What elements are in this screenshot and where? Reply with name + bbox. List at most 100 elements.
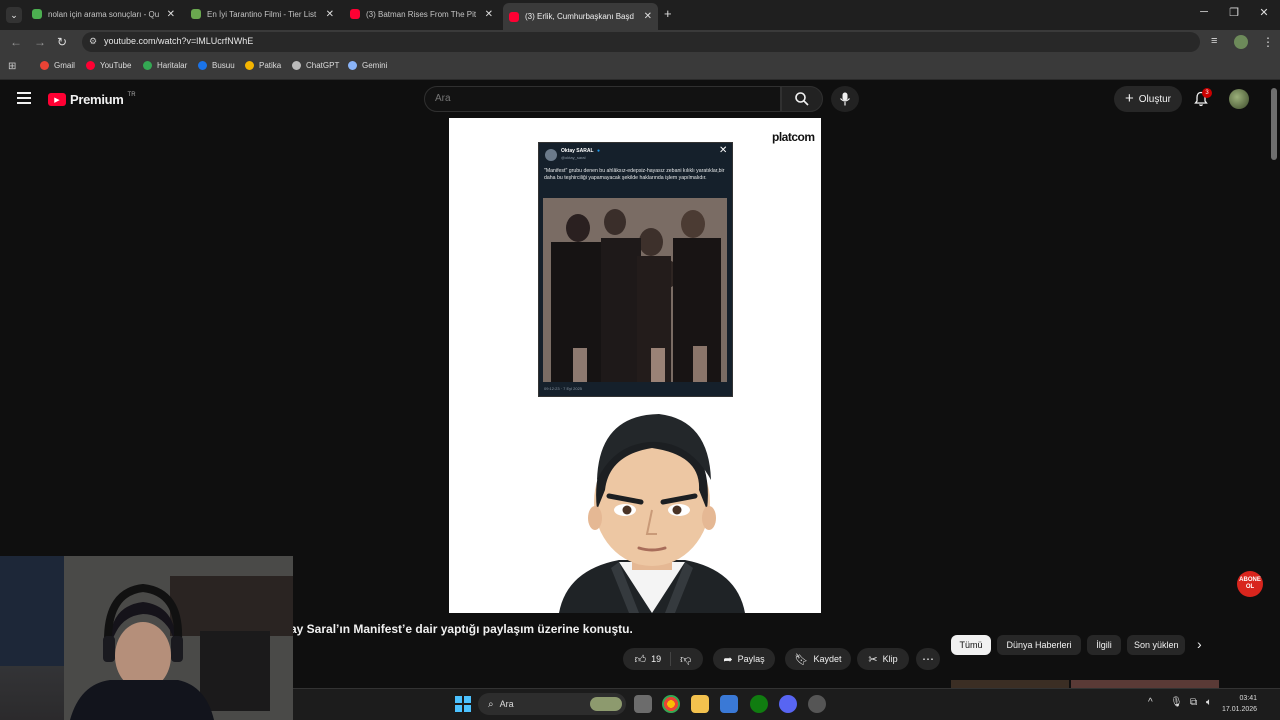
bookmark-label: YouTube	[100, 61, 132, 70]
bookmark-label: Gmail	[54, 61, 75, 70]
clip-button[interactable]: ✂ Klip	[857, 648, 909, 670]
bookmark-label: Haritalar	[157, 61, 188, 70]
tab-3[interactable]: (3) Erlik, Cumhurbaşkanı Başd ✕	[503, 3, 658, 30]
tab-2[interactable]: (3) Batman Rises From The Pit ✕	[344, 3, 499, 25]
tweet-timestamp: 09:12:23 · 7 Eyl 2025	[544, 386, 583, 391]
create-button[interactable]: + Oluştur	[1114, 86, 1182, 112]
bookmark-maps[interactable]: Haritalar	[143, 61, 187, 70]
bookmark-gmail[interactable]: Gmail	[40, 61, 75, 70]
search-box[interactable]	[424, 86, 781, 112]
bookmark-label: Busuu	[212, 61, 235, 70]
tweet-author-handle: @oktay_saral	[561, 155, 586, 160]
gemini-icon	[348, 61, 357, 70]
bookmark-youtube[interactable]: YouTube	[86, 61, 131, 70]
like-count: 19	[651, 654, 662, 664]
voice-search-button[interactable]	[831, 86, 859, 112]
minimize-icon[interactable]: ─	[1190, 6, 1218, 18]
reload-icon[interactable]: ↻	[57, 35, 67, 49]
webcam-overlay	[0, 556, 293, 720]
like-dislike-group: 👍︎ 19 👎︎	[623, 648, 703, 670]
close-icon[interactable]: ✕	[326, 9, 334, 20]
account-avatar[interactable]	[1229, 89, 1249, 109]
recommended-thumbnail[interactable]	[951, 680, 1069, 688]
window-close-icon[interactable]: ✕	[1250, 6, 1278, 19]
youtube-favicon-icon	[350, 9, 360, 19]
scissors-icon: ✂	[868, 653, 878, 666]
tray-overflow-icon[interactable]: ^	[1148, 697, 1153, 708]
youtube-favicon-icon	[509, 11, 519, 22]
browser-tab-strip: ⌄ nolan için arama sonuçları - Qu ✕ En İ…	[0, 0, 1280, 30]
close-icon[interactable]: ✕	[167, 9, 175, 20]
notifications-button[interactable]: 3	[1193, 88, 1212, 107]
close-icon[interactable]: ✕	[485, 9, 493, 20]
volume-icon[interactable]: 🔈︎	[1206, 697, 1212, 708]
x-logo-icon: ✕	[719, 145, 728, 156]
search-highlight-image	[590, 697, 622, 711]
subscribe-badge[interactable]: ABONE OL	[1237, 571, 1263, 597]
close-icon[interactable]: ✕	[644, 11, 652, 22]
tab-title: (3) Batman Rises From The Pit	[366, 9, 477, 19]
tab-1[interactable]: En İyi Tarantino Filmi - Tier List ✕	[185, 3, 340, 25]
chip-all[interactable]: Tümü	[951, 635, 991, 655]
thumbs-down-icon[interactable]: 👎︎	[680, 653, 691, 666]
microphone-icon	[840, 92, 850, 106]
chip-world-news[interactable]: Dünya Haberleri	[997, 635, 1081, 655]
hamburger-menu-icon[interactable]	[17, 92, 31, 104]
bookmark-gemini[interactable]: Gemini	[348, 61, 387, 70]
chip-related[interactable]: İlgili	[1087, 635, 1121, 655]
menu-kebab-icon[interactable]: ⋮	[1262, 35, 1274, 49]
address-bar[interactable]: ⚙ youtube.com/watch?v=lMLUcrfNWhE	[82, 32, 1200, 52]
bookmarks-bar: ⊞ Gmail YouTube Haritalar Busuu Patika C…	[0, 55, 1280, 80]
page-scrollbar[interactable]	[1271, 88, 1277, 160]
taskbar-search-label: Ara	[499, 699, 514, 709]
display-tray-icon[interactable]: ⧉	[1190, 697, 1197, 708]
file-explorer-icon[interactable]	[691, 695, 709, 713]
clock-date: 17.01.2026	[1222, 706, 1258, 713]
back-icon[interactable]: ←	[10, 35, 22, 49]
profile-avatar[interactable]	[1234, 35, 1248, 49]
new-tab-icon[interactable]: +	[664, 6, 672, 21]
steam-icon[interactable]	[808, 695, 826, 713]
tweet-author-name: Oktay SARAL	[561, 148, 594, 154]
bookmark-chatgpt[interactable]: ChatGPT	[292, 61, 339, 70]
tab-favicon-icon	[191, 9, 201, 19]
chevron-right-icon[interactable]: ›	[1197, 636, 1202, 652]
region-code: TR	[127, 91, 136, 98]
save-button[interactable]: 🔖︎ Kaydet	[785, 648, 851, 670]
windows-start-icon[interactable]	[455, 696, 471, 712]
site-info-icon[interactable]: ⚙	[89, 36, 97, 47]
chip-recently-uploaded[interactable]: Son yüklen	[1127, 635, 1185, 655]
chrome-icon[interactable]	[662, 695, 680, 713]
forward-icon[interactable]: →	[34, 35, 46, 49]
task-view-icon[interactable]	[634, 695, 652, 713]
url-text: youtube.com/watch?v=lMLUcrfNWhE	[104, 36, 254, 46]
channel-watermark: platcom	[772, 130, 815, 144]
bookmark-patika[interactable]: Patika	[245, 61, 281, 70]
youtube-logo[interactable]: ▶ Premium TR	[48, 92, 136, 107]
search-icon: ⌕	[488, 698, 494, 710]
chatgpt-icon	[292, 61, 301, 70]
logo-text: Premium	[70, 92, 124, 107]
xbox-icon[interactable]	[750, 695, 768, 713]
share-button[interactable]: ➦ Paylaş	[713, 648, 775, 670]
save-label: Kaydet	[813, 654, 842, 664]
youtube-icon	[86, 61, 95, 70]
more-actions-icon[interactable]: ⋯	[916, 648, 940, 670]
microsoft-store-icon[interactable]	[720, 695, 738, 713]
bookmark-busuu[interactable]: Busuu	[198, 61, 235, 70]
like-button[interactable]: 👍︎ 19	[635, 653, 662, 666]
verified-badge-icon: ●	[597, 148, 601, 154]
taskbar-search[interactable]: ⌕ Ara	[478, 693, 626, 715]
recommended-thumbnail[interactable]	[1071, 680, 1219, 688]
notification-badge: 3	[1202, 88, 1212, 98]
media-queue-icon[interactable]: ≡	[1211, 35, 1217, 47]
restore-icon[interactable]: ❐	[1220, 6, 1248, 19]
discord-icon[interactable]	[779, 695, 797, 713]
apps-grid-icon[interactable]: ⊞	[8, 61, 16, 72]
microphone-tray-icon[interactable]: 🎙︎	[1170, 697, 1183, 708]
tab-0[interactable]: nolan için arama sonuçları - Qu ✕	[26, 3, 181, 25]
system-clock[interactable]: 03:41 17.01.2026	[1222, 693, 1257, 715]
search-input[interactable]	[435, 93, 755, 104]
search-button[interactable]	[781, 86, 823, 112]
tab-search-button[interactable]: ⌄	[6, 7, 22, 23]
